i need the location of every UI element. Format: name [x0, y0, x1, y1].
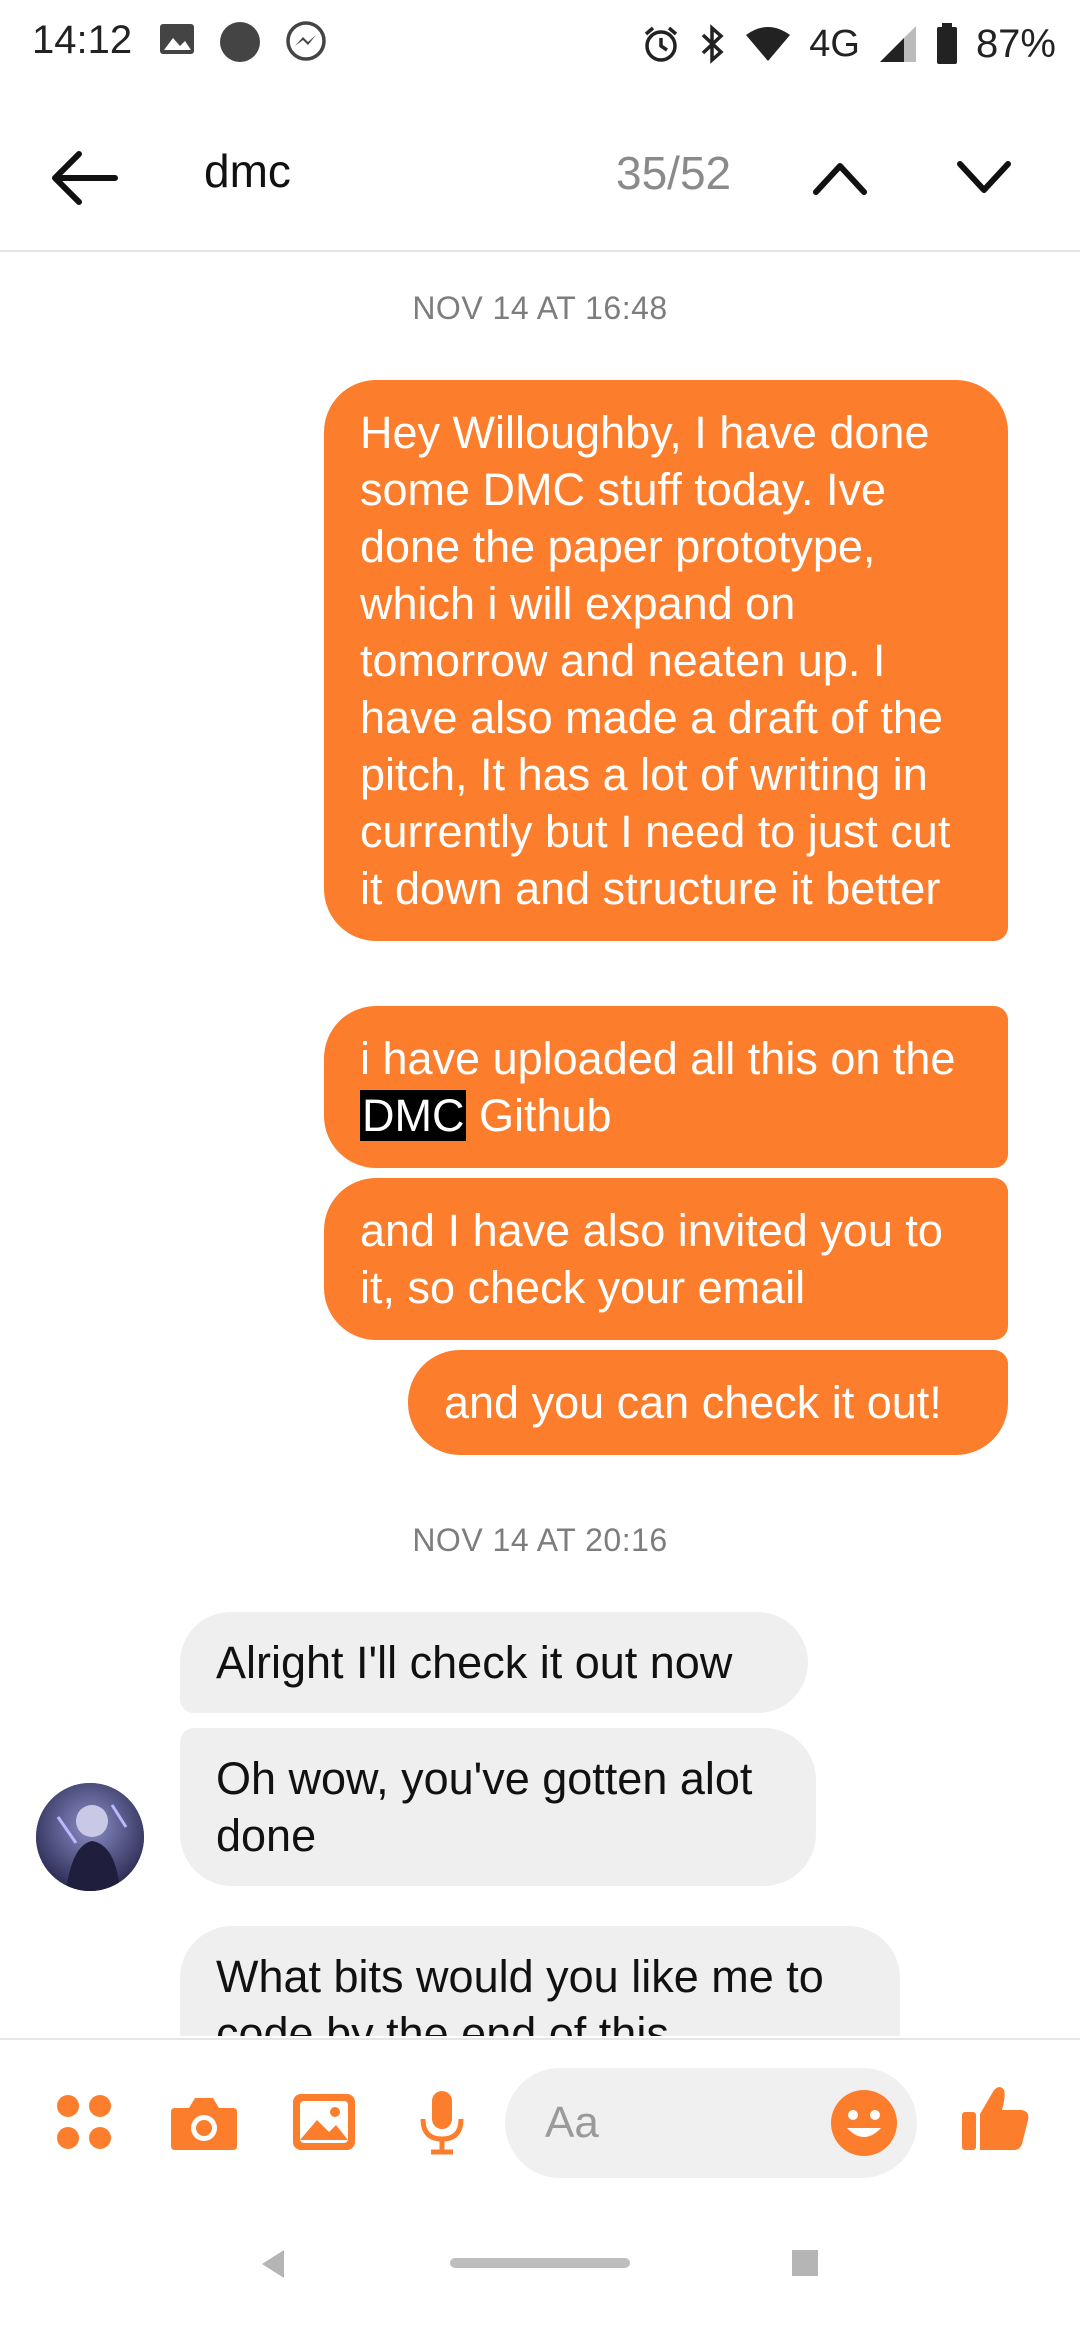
- gallery-icon: [293, 2094, 355, 2150]
- system-navigation-bar: [0, 2200, 1080, 2340]
- incoming-message[interactable]: Oh wow, you've gotten alot done: [180, 1728, 816, 1886]
- more-actions-button[interactable]: [46, 2084, 122, 2160]
- search-highlight: DMC: [360, 1090, 467, 1141]
- microphone-icon: [420, 2091, 464, 2155]
- outgoing-message[interactable]: i have uploaded all this on the DMC Gith…: [324, 1006, 1008, 1168]
- emoji-icon: [831, 2090, 897, 2156]
- like-button[interactable]: [958, 2080, 1034, 2156]
- status-right-group: 4G 87%: [641, 16, 1056, 72]
- nav-home-pill[interactable]: [450, 2258, 630, 2268]
- battery-percent: 87%: [975, 21, 1056, 66]
- nav-back-icon: [262, 2250, 284, 2278]
- search-header: dmc 35/52: [0, 100, 1080, 252]
- voice-button[interactable]: [404, 2084, 480, 2160]
- previous-result-button[interactable]: [800, 138, 880, 218]
- contact-avatar[interactable]: [36, 1783, 144, 1891]
- chat-thread[interactable]: NOV 14 AT 16:48 Hey Willoughby, I have d…: [0, 252, 1080, 2036]
- chevron-up-icon: [813, 163, 867, 195]
- image-notification-icon: [158, 20, 196, 63]
- status-time: 14:12: [32, 18, 133, 62]
- timestamp: NOV 14 AT 20:16: [412, 1522, 668, 1558]
- message-input-wrapper: [505, 2068, 917, 2178]
- outgoing-message[interactable]: and I have also invited you to it, so ch…: [324, 1178, 1008, 1340]
- camera-button[interactable]: [166, 2084, 242, 2160]
- timestamp: NOV 14 AT 16:48: [412, 290, 668, 326]
- back-arrow-icon: [52, 151, 118, 205]
- more-dots-icon: [57, 2095, 111, 2149]
- outgoing-message[interactable]: and you can check it out!: [408, 1350, 1008, 1455]
- incoming-message[interactable]: What bits would you like me to code by t…: [180, 1926, 900, 2036]
- alarm-icon: [645, 26, 678, 62]
- dot-notification-icon: [218, 20, 262, 69]
- next-result-button[interactable]: [944, 138, 1024, 218]
- emoji-button[interactable]: [821, 2080, 907, 2166]
- battery-icon: [936, 23, 957, 64]
- nav-back-button[interactable]: [258, 2248, 288, 2285]
- network-type: 4G: [809, 22, 860, 65]
- thumbs-up-icon: [962, 2087, 1029, 2150]
- back-button[interactable]: [44, 138, 124, 218]
- message-text: Github: [466, 1090, 612, 1141]
- incoming-message[interactable]: Alright I'll check it out now: [180, 1612, 808, 1713]
- wifi-icon: [746, 27, 791, 61]
- signal-icon: [879, 26, 916, 62]
- messenger-notification-icon: [284, 20, 328, 69]
- gallery-button[interactable]: [286, 2084, 362, 2160]
- message-text: i have uploaded all this on the: [360, 1033, 956, 1084]
- result-counter: 35/52: [616, 147, 732, 199]
- nav-recents-icon[interactable]: [792, 2250, 818, 2276]
- search-query[interactable]: dmc: [204, 144, 291, 198]
- outgoing-message[interactable]: Hey Willoughby, I have done some DMC stu…: [324, 380, 1008, 941]
- camera-icon: [171, 2098, 237, 2150]
- status-bar: 14:12 4G 87%: [0, 0, 1080, 90]
- message-composer: [0, 2038, 1080, 2200]
- chevron-down-icon: [957, 161, 1011, 193]
- bluetooth-icon: [702, 24, 724, 64]
- message-input[interactable]: [543, 2092, 807, 2154]
